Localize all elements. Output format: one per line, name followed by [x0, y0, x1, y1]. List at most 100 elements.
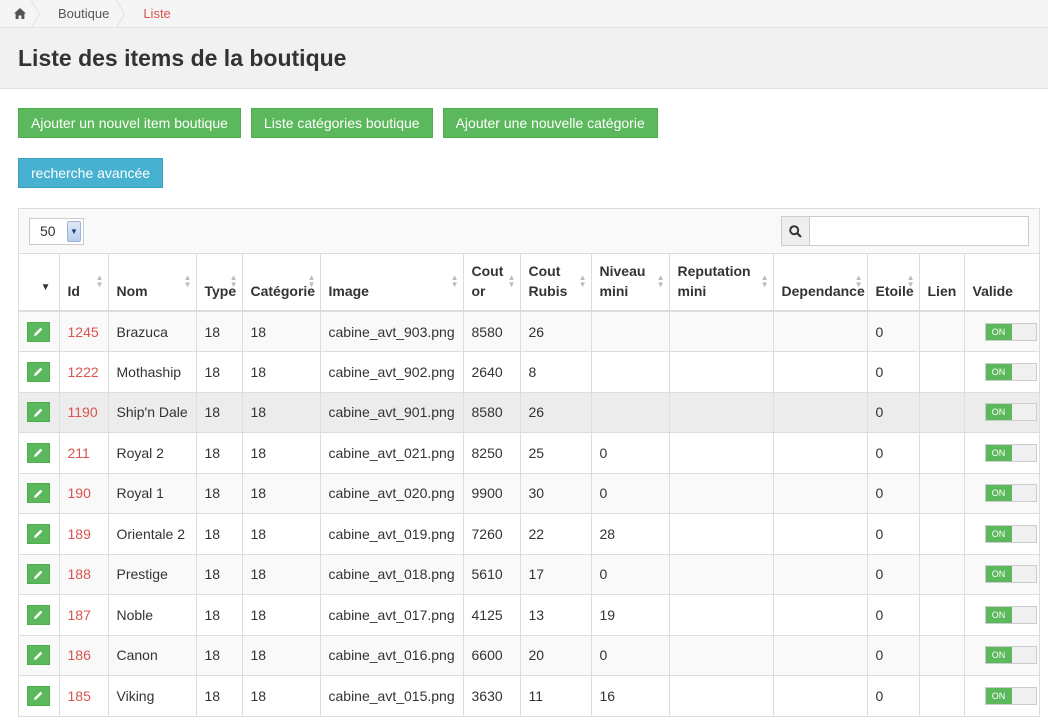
cell-id[interactable]: 1245	[59, 311, 109, 352]
toggle-on-label: ON	[985, 606, 1012, 623]
pencil-icon	[34, 408, 43, 417]
home-icon	[14, 8, 26, 19]
sort-icon: ▲ ▼	[95, 273, 104, 289]
cell-lien	[919, 594, 965, 636]
cell-id[interactable]: 1222	[59, 351, 109, 393]
column-header[interactable]: Image ▲ ▼	[320, 254, 464, 312]
cell-dependance	[773, 513, 868, 555]
pencil-icon	[34, 529, 43, 539]
valid-toggle[interactable]: ON	[984, 443, 1037, 462]
cell-dependance	[773, 351, 868, 393]
advanced-search-button[interactable]: recherche avancée	[18, 158, 164, 188]
sort-icon: ▲ ▼	[760, 273, 769, 289]
edit-button[interactable]	[27, 523, 50, 544]
column-header[interactable]: Valide	[964, 254, 1039, 312]
actions-cell	[19, 513, 60, 555]
column-header[interactable]: Niveau mini ▲ ▼	[591, 254, 670, 312]
valid-toggle[interactable]: ON	[984, 565, 1037, 584]
breadcrumb: Boutique Liste	[0, 0, 1048, 29]
cell-type: 18	[196, 635, 243, 676]
search-icon	[781, 216, 809, 246]
page-size-select[interactable]: 50 ▼	[29, 217, 84, 245]
edit-button[interactable]	[27, 321, 50, 342]
column-header[interactable]: Lien	[919, 254, 965, 312]
cell-id[interactable]: 190	[59, 473, 109, 514]
cell-valide: ON	[964, 675, 1039, 717]
cell-categorie: 18	[242, 311, 321, 352]
sort-icon: ▲ ▼	[507, 273, 516, 289]
column-header[interactable]: Reputation mini ▲ ▼	[669, 254, 774, 312]
cell-type: 18	[196, 432, 243, 474]
cell-lien	[919, 675, 965, 717]
column-header[interactable]: Cout or ▲ ▼	[463, 254, 521, 312]
cell-categorie: 18	[242, 554, 321, 595]
cell-rubis: 20	[520, 635, 592, 676]
valid-toggle[interactable]: ON	[984, 646, 1037, 665]
column-header[interactable]: Nom ▲ ▼	[108, 254, 197, 312]
edit-button[interactable]	[27, 645, 50, 666]
cell-id[interactable]: 187	[59, 594, 109, 636]
cell-type: 18	[196, 594, 243, 636]
column-header[interactable]: Cout Rubis ▲ ▼	[520, 254, 592, 312]
add-item-button[interactable]: Ajouter un nouvel item boutique	[18, 108, 241, 138]
cell-id[interactable]: 185	[59, 675, 109, 717]
cell-id[interactable]: 189	[59, 513, 109, 555]
edit-button[interactable]	[27, 604, 50, 625]
breadcrumb-label: Liste	[143, 6, 171, 21]
edit-button[interactable]	[27, 442, 50, 463]
cell-dependance	[773, 675, 868, 717]
cell-id[interactable]: 186	[59, 635, 109, 676]
column-header[interactable]: Catégorie ▲ ▼	[242, 254, 321, 312]
cell-nom: Mothaship	[108, 351, 197, 393]
cell-id[interactable]: 188	[59, 554, 109, 595]
toggle-on-label: ON	[985, 444, 1012, 461]
cell-image: cabine_avt_020.png	[320, 473, 464, 514]
cell-id[interactable]: 211	[59, 432, 109, 474]
column-header[interactable]: Id ▲ ▼	[59, 254, 109, 312]
toggle-on-label: ON	[985, 566, 1012, 583]
valid-toggle[interactable]: ON	[984, 403, 1037, 422]
pencil-icon	[34, 489, 43, 498]
edit-button[interactable]	[27, 483, 50, 504]
cell-etoile: 0	[867, 513, 920, 555]
edit-button[interactable]	[27, 564, 50, 585]
edit-button[interactable]	[27, 402, 50, 423]
cell-niveau: 0	[591, 473, 670, 514]
add-category-button[interactable]: Ajouter une nouvelle catégorie	[442, 108, 658, 138]
table-row: 186 Canon 18 18 cabine_avt_016.png 6600 20 0 0 ON	[19, 635, 1039, 676]
cell-reputation	[669, 392, 774, 433]
valid-toggle[interactable]: ON	[984, 686, 1037, 705]
sort-icon: ▲ ▼	[854, 273, 863, 289]
pencil-icon	[34, 691, 43, 701]
column-header-actions[interactable]: ▼	[19, 254, 60, 312]
cell-image: cabine_avt_017.png	[320, 594, 464, 636]
cell-etoile: 0	[867, 473, 920, 514]
valid-toggle[interactable]: ON	[984, 524, 1037, 543]
column-header[interactable]: Type ▲ ▼	[196, 254, 243, 312]
breadcrumb-home[interactable]	[0, 0, 40, 29]
sort-icon: ▲ ▼	[906, 273, 915, 289]
cell-niveau: 19	[591, 594, 670, 636]
actions-cell	[19, 635, 60, 676]
edit-button[interactable]	[27, 685, 50, 706]
cell-etoile: 0	[867, 432, 920, 474]
cell-rubis: 26	[520, 392, 592, 433]
column-header[interactable]: Dependance ▲ ▼	[773, 254, 868, 312]
edit-button[interactable]	[27, 361, 50, 382]
cell-or: 8250	[463, 432, 521, 474]
cell-dependance	[773, 311, 868, 352]
breadcrumb-item-boutique[interactable]: Boutique	[40, 0, 126, 29]
cell-dependance	[773, 635, 868, 676]
valid-toggle[interactable]: ON	[984, 362, 1037, 381]
column-header[interactable]: Etoile ▲ ▼	[867, 254, 920, 312]
valid-toggle[interactable]: ON	[984, 484, 1037, 503]
chevron-down-icon: ▼	[67, 220, 81, 242]
search-input[interactable]	[809, 216, 1029, 246]
cell-or: 9900	[463, 473, 521, 514]
cell-id[interactable]: 1190	[59, 392, 109, 433]
page-header: Liste des items de la boutique	[0, 28, 1048, 89]
column-header-label: Lien	[927, 283, 957, 299]
valid-toggle[interactable]: ON	[984, 322, 1037, 341]
list-categories-button[interactable]: Liste catégories boutique	[250, 108, 433, 138]
valid-toggle[interactable]: ON	[984, 605, 1037, 624]
